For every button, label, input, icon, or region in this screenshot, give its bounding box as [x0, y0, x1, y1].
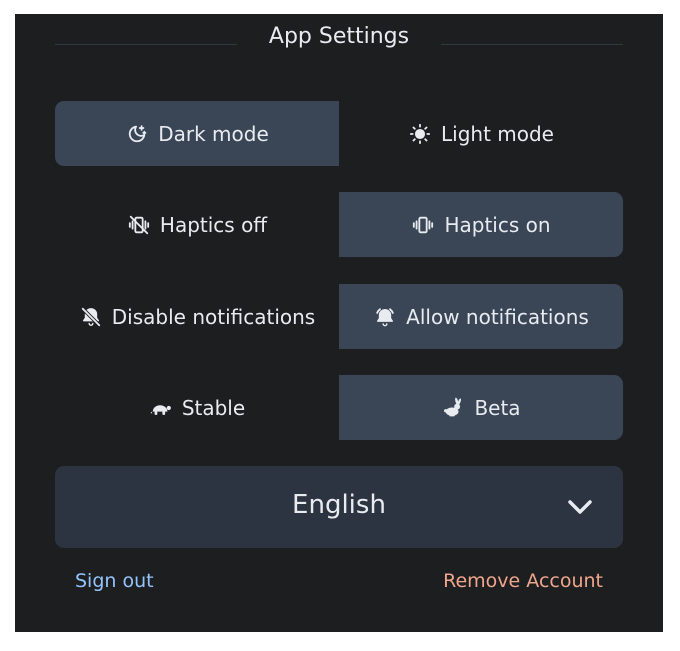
rabbit-icon: [441, 396, 465, 420]
dark-mode-label: Dark mode: [158, 121, 269, 146]
haptics-toggle: Haptics off Haptics on: [55, 192, 623, 257]
allow-notifications-label: Allow notifications: [406, 304, 589, 329]
language-selected-value: English: [292, 490, 386, 520]
account-links: Sign out Remove Account: [55, 570, 623, 600]
beta-label: Beta: [474, 395, 521, 420]
theme-toggle: Dark mode Light mode: [55, 101, 623, 166]
haptics-off-option[interactable]: Haptics off: [55, 192, 339, 257]
sign-out-link[interactable]: Sign out: [75, 570, 154, 592]
settings-panel: App Settings Dark mode Light mode Haptic…: [15, 14, 663, 632]
vibrate-icon: [411, 213, 435, 237]
light-mode-label: Light mode: [441, 121, 554, 146]
stable-label: Stable: [181, 395, 246, 420]
disable-notifications-option[interactable]: Disable notifications: [55, 284, 339, 349]
haptics-on-option[interactable]: Haptics on: [339, 192, 623, 257]
settings-header: App Settings: [55, 24, 623, 52]
beta-option[interactable]: Beta: [339, 375, 623, 440]
page-title: App Settings: [268, 24, 410, 49]
stable-option[interactable]: Stable: [55, 375, 339, 440]
allow-notifications-option[interactable]: Allow notifications: [339, 284, 623, 349]
light-mode-option[interactable]: Light mode: [339, 101, 623, 166]
release-channel-toggle: Stable Beta: [55, 375, 623, 440]
sun-icon: [408, 122, 432, 146]
notifications-toggle: Disable notifications Allow notification…: [55, 284, 623, 349]
disable-notifications-label: Disable notifications: [111, 304, 316, 329]
moon-stars-icon: [125, 122, 149, 146]
language-select[interactable]: English: [55, 466, 623, 548]
haptics-off-label: Haptics off: [159, 212, 268, 237]
header-divider-right: [441, 44, 623, 45]
vibrate-off-icon: [127, 213, 151, 237]
haptics-on-label: Haptics on: [444, 212, 551, 237]
bell-off-icon: [79, 305, 103, 329]
chevron-down-icon: [567, 496, 593, 518]
bell-ring-icon: [373, 305, 397, 329]
dark-mode-option[interactable]: Dark mode: [55, 101, 339, 166]
turtle-icon: [149, 396, 173, 420]
remove-account-link[interactable]: Remove Account: [443, 570, 603, 592]
